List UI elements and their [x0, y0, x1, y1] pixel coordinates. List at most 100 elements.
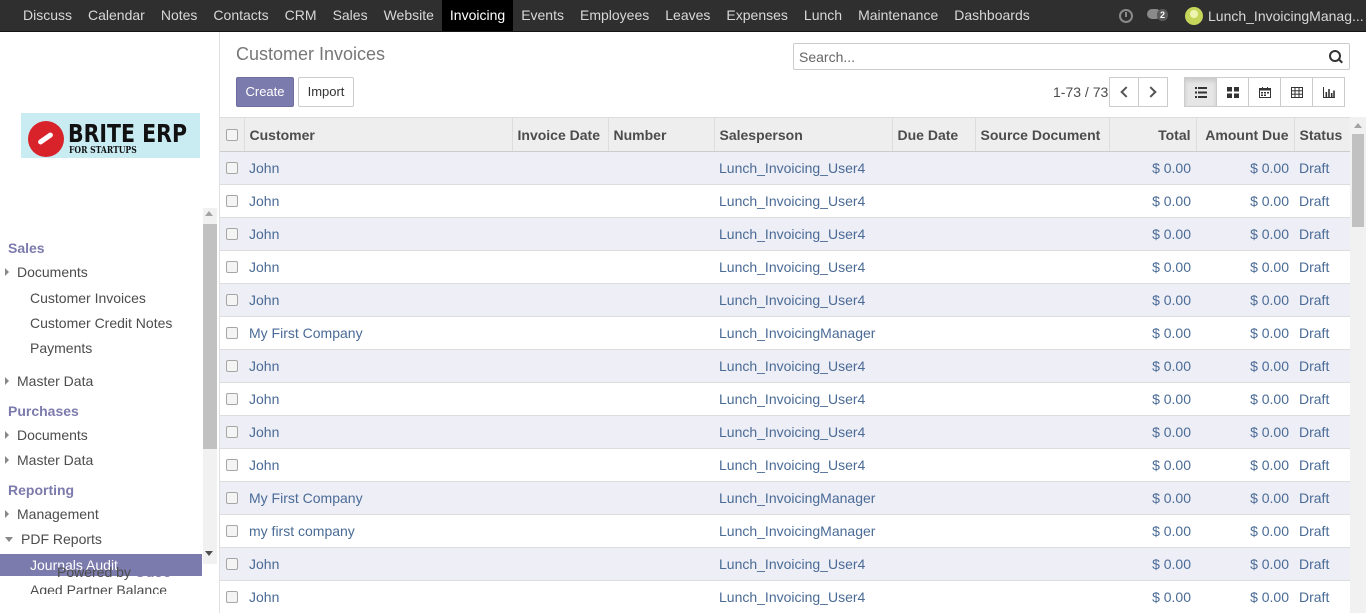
row-checkbox[interactable]	[226, 261, 238, 273]
table-row[interactable]: my first company Lunch_InvoicingManager $ …	[220, 514, 1350, 548]
list-view-button[interactable]	[1184, 77, 1217, 107]
sidebar-item-sales-master-data[interactable]: Master Data	[5, 373, 93, 389]
menu-item-events[interactable]: Events	[513, 0, 572, 31]
odoo-link[interactable]: Odoo	[135, 564, 172, 580]
menu-item-dashboards[interactable]: Dashboards	[946, 0, 1038, 31]
cell-source-document	[975, 514, 1109, 548]
table-row[interactable]: John Lunch_Invoicing_User4 $ 0.00 $ 0.00 Dra…	[220, 184, 1350, 218]
row-checkbox[interactable]	[226, 393, 238, 405]
table-row[interactable]: John Lunch_Invoicing_User4 $ 0.00 $ 0.00 Dra…	[220, 250, 1350, 284]
table-row[interactable]: John Lunch_Invoicing_User4 $ 0.00 $ 0.00 Dra…	[220, 547, 1350, 581]
sidebar-item-aged-partner-balance[interactable]: Aged Partner Balance	[30, 582, 167, 594]
row-checkbox[interactable]	[226, 327, 238, 339]
search-icon[interactable]	[1329, 50, 1343, 64]
scroll-down-arrow-icon[interactable]	[205, 551, 213, 556]
scroll-up-arrow-icon[interactable]	[1354, 123, 1362, 128]
table-row[interactable]: John Lunch_Invoicing_User4 $ 0.00 $ 0.00 Dra…	[220, 283, 1350, 317]
menu-item-expenses[interactable]: Expenses	[718, 0, 795, 31]
table-row[interactable]: John Lunch_Invoicing_User4 $ 0.00 $ 0.00 Dra…	[220, 382, 1350, 416]
cell-amount-due: $ 0.00	[1196, 349, 1294, 383]
menu-item-sales[interactable]: Sales	[325, 0, 376, 31]
table-row[interactable]: John Lunch_Invoicing_User4 $ 0.00 $ 0.00 Dra…	[220, 580, 1350, 614]
sidebar-item-customer-credit-notes[interactable]: Customer Credit Notes	[30, 315, 172, 331]
row-checkbox[interactable]	[226, 459, 238, 471]
sidebar-item-pdf-reports[interactable]: PDF Reports	[5, 531, 102, 547]
graph-view-button[interactable]	[1312, 77, 1345, 107]
menu-item-leaves[interactable]: Leaves	[657, 0, 718, 31]
column-total[interactable]: Total	[1109, 117, 1197, 152]
cell-due-date	[892, 250, 975, 284]
clock-icon[interactable]	[1119, 8, 1133, 23]
row-checkbox[interactable]	[226, 426, 238, 438]
row-checkbox[interactable]	[226, 162, 238, 174]
menu-item-notes[interactable]: Notes	[153, 0, 206, 31]
column-customer[interactable]: Customer	[244, 117, 513, 152]
select-all-checkbox[interactable]	[226, 128, 238, 141]
row-checkbox[interactable]	[226, 525, 238, 537]
cell-customer: John	[244, 349, 512, 383]
sidebar-item-sales-documents[interactable]: Documents	[5, 264, 88, 280]
menu-item-lunch[interactable]: Lunch	[796, 0, 850, 31]
cell-salesperson: Lunch_InvoicingManager	[714, 514, 892, 548]
table-row[interactable]: John Lunch_Invoicing_User4 $ 0.00 $ 0.00 Dra…	[220, 151, 1350, 185]
column-invoice-date[interactable]: Invoice Date	[512, 117, 609, 152]
cell-status: Draft	[1294, 316, 1350, 350]
cell-salesperson: Lunch_Invoicing_User4	[714, 580, 892, 614]
menu-item-website[interactable]: Website	[376, 0, 442, 31]
menu-item-discuss[interactable]: Discuss	[15, 0, 80, 31]
app-menu: Discuss Calendar Notes Contacts CRM Sales Webs…	[15, 0, 1038, 31]
pager-next-button[interactable]	[1138, 77, 1168, 107]
pager-previous-button[interactable]	[1109, 77, 1139, 107]
sidebar-item-purchases-master-data[interactable]: Master Data	[5, 452, 93, 468]
cell-source-document	[975, 382, 1109, 416]
column-due-date[interactable]: Due Date	[892, 117, 976, 152]
cell-customer: John	[244, 184, 512, 218]
table-row[interactable]: John Lunch_Invoicing_User4 $ 0.00 $ 0.00 Dra…	[220, 349, 1350, 383]
pager-value[interactable]: 1-73 / 73	[1053, 84, 1108, 100]
menu-item-crm[interactable]: CRM	[277, 0, 325, 31]
sidebar-section-sales: Sales	[8, 240, 45, 256]
chat-icon[interactable]: 2	[1147, 6, 1177, 26]
table-row[interactable]: John Lunch_Invoicing_User4 $ 0.00 $ 0.00 Dra…	[220, 415, 1350, 449]
sidebar-item-purchases-documents[interactable]: Documents	[5, 427, 88, 443]
search-input[interactable]	[793, 43, 1350, 70]
menu-item-contacts[interactable]: Contacts	[205, 0, 276, 31]
cell-status: Draft	[1294, 349, 1350, 383]
row-checkbox[interactable]	[226, 360, 238, 372]
row-checkbox[interactable]	[226, 294, 238, 306]
table-row[interactable]: My First Company Lunch_InvoicingManager $ …	[220, 316, 1350, 350]
cell-amount-due: $ 0.00	[1196, 151, 1294, 185]
menu-item-maintenance[interactable]: Maintenance	[850, 0, 946, 31]
row-checkbox[interactable]	[226, 195, 238, 207]
kanban-view-button[interactable]	[1216, 77, 1249, 107]
row-checkbox[interactable]	[226, 558, 238, 570]
import-button[interactable]: Import	[298, 77, 354, 107]
list-scrollbar-thumb[interactable]	[1352, 134, 1364, 227]
calendar-view-button[interactable]	[1248, 77, 1281, 107]
column-source-document[interactable]: Source Document	[975, 117, 1110, 152]
column-number[interactable]: Number	[608, 117, 715, 152]
column-amount-due[interactable]: Amount Due	[1196, 117, 1295, 152]
sidebar-item-management[interactable]: Management	[5, 506, 99, 522]
sidebar-item-customer-invoices[interactable]: Customer Invoices	[30, 290, 146, 306]
column-status[interactable]: Status	[1294, 117, 1351, 152]
create-button[interactable]: Create	[236, 77, 294, 107]
pivot-view-button[interactable]	[1280, 77, 1313, 107]
scroll-up-arrow-icon[interactable]	[205, 211, 213, 216]
column-salesperson[interactable]: Salesperson	[714, 117, 893, 152]
user-avatar[interactable]	[1185, 6, 1203, 25]
menu-item-calendar[interactable]: Calendar	[80, 0, 153, 31]
row-checkbox[interactable]	[226, 591, 238, 604]
menu-item-invoicing[interactable]: Invoicing	[441, 0, 514, 31]
user-menu[interactable]: Lunch_InvoicingManag...	[1208, 8, 1366, 24]
caret-right-icon	[5, 456, 9, 464]
menu-item-employees[interactable]: Employees	[572, 0, 657, 31]
table-row[interactable]: John Lunch_Invoicing_User4 $ 0.00 $ 0.00 Dra…	[220, 448, 1350, 482]
cell-total: $ 0.00	[1109, 349, 1196, 383]
sidebar-scrollbar-thumb[interactable]	[203, 224, 217, 449]
row-checkbox[interactable]	[226, 228, 238, 240]
row-checkbox[interactable]	[226, 492, 238, 504]
table-row[interactable]: My First Company Lunch_InvoicingManager $ …	[220, 481, 1350, 515]
table-row[interactable]: John Lunch_Invoicing_User4 $ 0.00 $ 0.00 Dra…	[220, 217, 1350, 251]
sidebar-item-payments[interactable]: Payments	[30, 340, 92, 356]
